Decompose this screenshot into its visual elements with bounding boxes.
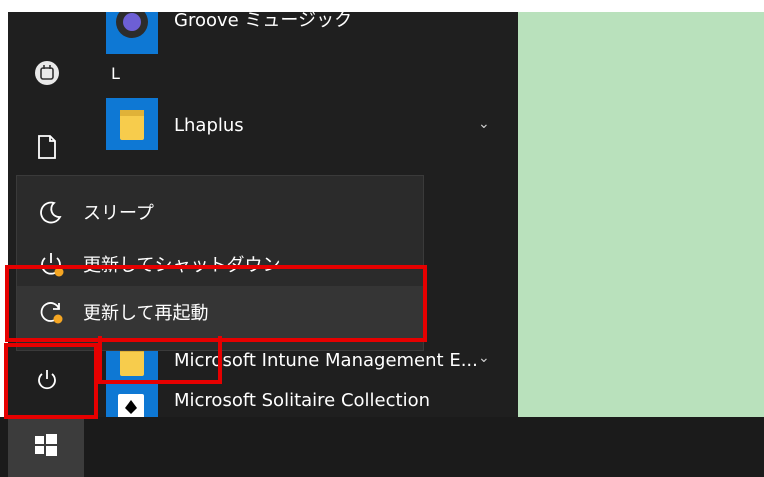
power-menu-label: 更新して再起動: [83, 303, 209, 324]
windows-logo-icon: [35, 434, 57, 460]
chevron-down-icon[interactable]: ⌄: [478, 350, 490, 366]
section-letter: L: [111, 64, 120, 83]
app-label: Microsoft Intune Management E...: [174, 350, 478, 371]
power-menu-update-shutdown[interactable]: 更新してシャットダウン: [17, 238, 425, 290]
app-item-groove[interactable]: Groove ミュージック: [106, 12, 501, 60]
start-button[interactable]: [8, 417, 84, 477]
user-avatar-icon[interactable]: [32, 58, 62, 88]
power-menu-update-restart[interactable]: 更新して再起動: [17, 286, 425, 338]
update-shutdown-icon: [37, 250, 65, 278]
update-restart-icon: [37, 298, 65, 326]
power-menu-sleep[interactable]: スリープ: [17, 186, 425, 238]
chevron-down-icon[interactable]: ⌄: [478, 116, 490, 132]
folder-tile-icon: [106, 98, 158, 150]
app-label: Lhaplus: [174, 115, 244, 136]
moon-icon: [37, 198, 65, 226]
start-menu: Groove ミュージック L Lhaplus ⌄ Microsoft Intu…: [8, 12, 518, 417]
solitaire-tile-icon: [106, 386, 158, 417]
app-label: Microsoft Solitaire Collection: [174, 390, 430, 411]
power-menu-label: スリープ: [83, 203, 154, 224]
groove-tile-icon: [106, 12, 158, 54]
app-label: Groove ミュージック: [174, 12, 353, 31]
document-icon[interactable]: [32, 132, 62, 162]
app-item-lhaplus[interactable]: Lhaplus ⌄: [106, 98, 501, 154]
power-menu-popup: スリープ 更新してシャットダウン 更新して再起動: [16, 175, 425, 351]
app-item-solitaire[interactable]: Microsoft Solitaire Collection: [106, 386, 501, 417]
taskbar: [0, 417, 764, 477]
desktop-background: [518, 12, 764, 417]
power-menu-label: 更新してシャットダウン: [83, 255, 281, 276]
power-icon[interactable]: [32, 365, 62, 395]
